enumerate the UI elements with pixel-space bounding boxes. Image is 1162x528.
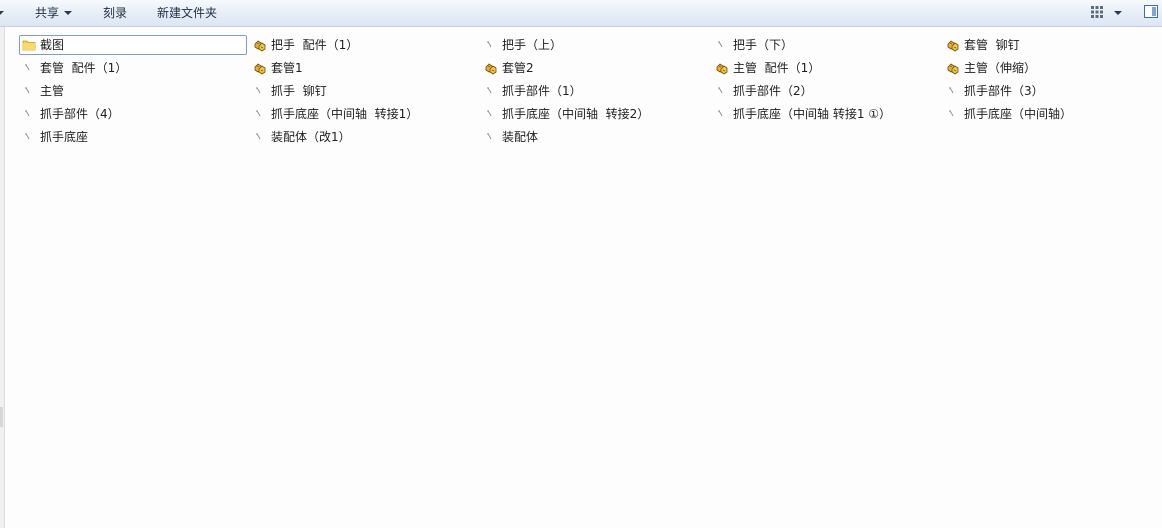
- file-name: 抓手底座（中间轴）: [964, 107, 1073, 121]
- part-icon: [253, 130, 267, 144]
- file-item[interactable]: 抓手部件（4）: [19, 104, 247, 124]
- share-button[interactable]: 共享: [35, 5, 59, 21]
- file-name: 抓手部件（4）: [40, 107, 120, 121]
- file-item[interactable]: 截图: [19, 35, 247, 55]
- file-item[interactable]: 装配体（改1）: [250, 127, 478, 147]
- file-name: 抓手底座（中间轴 转接2）: [502, 107, 650, 121]
- part-icon: [715, 107, 729, 121]
- burn-button[interactable]: 刻录: [103, 5, 127, 21]
- part-icon: [22, 61, 36, 75]
- file-name: 抓手 铆钉: [271, 84, 327, 98]
- file-name: 套管 配件（1）: [40, 61, 128, 75]
- file-name: 套管2: [502, 61, 534, 75]
- assembly-icon: [484, 61, 498, 75]
- file-item[interactable]: 抓手 铆钉: [250, 81, 478, 101]
- file-item[interactable]: 套管2: [481, 58, 709, 78]
- part-icon: [484, 130, 498, 144]
- part-icon: [22, 84, 36, 98]
- part-icon: [715, 84, 729, 98]
- file-name: 截图: [40, 38, 65, 52]
- part-icon: [22, 130, 36, 144]
- file-name: 套管1: [271, 61, 303, 75]
- file-name: 主管: [40, 84, 65, 98]
- file-item[interactable]: 把手（上）: [481, 35, 709, 55]
- file-item[interactable]: 装配体: [481, 127, 709, 147]
- file-item[interactable]: 抓手部件（2）: [712, 81, 940, 101]
- file-name: 装配体（改1）: [271, 130, 351, 144]
- file-name: 抓手底座（中间轴 转接1 ①）: [733, 107, 892, 121]
- file-name: 主管（伸缩）: [964, 61, 1037, 75]
- file-item[interactable]: 把手（下）: [712, 35, 940, 55]
- part-icon: [253, 107, 267, 121]
- file-item[interactable]: 套管 铆钉: [943, 35, 1162, 55]
- file-item[interactable]: 套管1: [250, 58, 478, 78]
- file-item[interactable]: 把手 配件（1）: [250, 35, 478, 55]
- command-bar: 共享 刻录 新建文件夹: [0, 0, 1162, 27]
- file-item[interactable]: 抓手底座（中间轴 转接2）: [481, 104, 709, 124]
- file-name: 把手（下）: [733, 38, 794, 52]
- splitter-grip[interactable]: [0, 407, 3, 427]
- file-item[interactable]: 主管 配件（1）: [712, 58, 940, 78]
- new-folder-button[interactable]: 新建文件夹: [157, 5, 217, 21]
- part-icon: [22, 107, 36, 121]
- file-name: 主管 配件（1）: [733, 61, 821, 75]
- file-item[interactable]: 抓手底座（中间轴 转接1 ①）: [712, 104, 940, 124]
- part-icon: [253, 84, 267, 98]
- assembly-icon: [946, 38, 960, 52]
- part-icon: [946, 84, 960, 98]
- file-name: 套管 铆钉: [964, 38, 1020, 52]
- part-icon: [715, 38, 729, 52]
- assembly-icon: [946, 61, 960, 75]
- file-list: 截图 把手 配件（1） 把手（上） 把手（下） 套管 铆钉 套管 配件（1） 套…: [5, 27, 1162, 528]
- part-icon: [946, 107, 960, 121]
- assembly-icon: [253, 38, 267, 52]
- part-icon: [484, 84, 498, 98]
- organize-dropdown-arrow-icon[interactable]: [0, 11, 4, 15]
- view-grid-icon[interactable]: [1090, 5, 1104, 19]
- assembly-icon: [253, 61, 267, 75]
- file-item[interactable]: 主管（伸缩）: [943, 58, 1162, 78]
- file-item[interactable]: 抓手底座: [19, 127, 247, 147]
- file-name: 抓手底座（中间轴 转接1）: [271, 107, 419, 121]
- assembly-icon: [715, 61, 729, 75]
- file-name: 把手（上）: [502, 38, 563, 52]
- file-name: 抓手部件（3）: [964, 84, 1044, 98]
- file-name: 抓手部件（2）: [733, 84, 813, 98]
- file-item[interactable]: 抓手部件（3）: [943, 81, 1162, 101]
- file-name: 把手 配件（1）: [271, 38, 359, 52]
- preview-pane-icon[interactable]: [1144, 5, 1158, 18]
- part-icon: [484, 38, 498, 52]
- file-name: 抓手部件（1）: [502, 84, 582, 98]
- file-item[interactable]: 套管 配件（1）: [19, 58, 247, 78]
- share-dropdown-arrow-icon[interactable]: [64, 11, 72, 15]
- file-item[interactable]: 抓手部件（1）: [481, 81, 709, 101]
- folder-icon: [22, 38, 36, 52]
- file-item[interactable]: 抓手底座（中间轴）: [943, 104, 1162, 124]
- file-name: 抓手底座: [40, 130, 89, 144]
- view-options-arrow-icon[interactable]: [1114, 11, 1122, 15]
- part-icon: [484, 107, 498, 121]
- file-item[interactable]: 抓手底座（中间轴 转接1）: [250, 104, 478, 124]
- file-name: 装配体: [502, 130, 539, 144]
- file-item[interactable]: 主管: [19, 81, 247, 101]
